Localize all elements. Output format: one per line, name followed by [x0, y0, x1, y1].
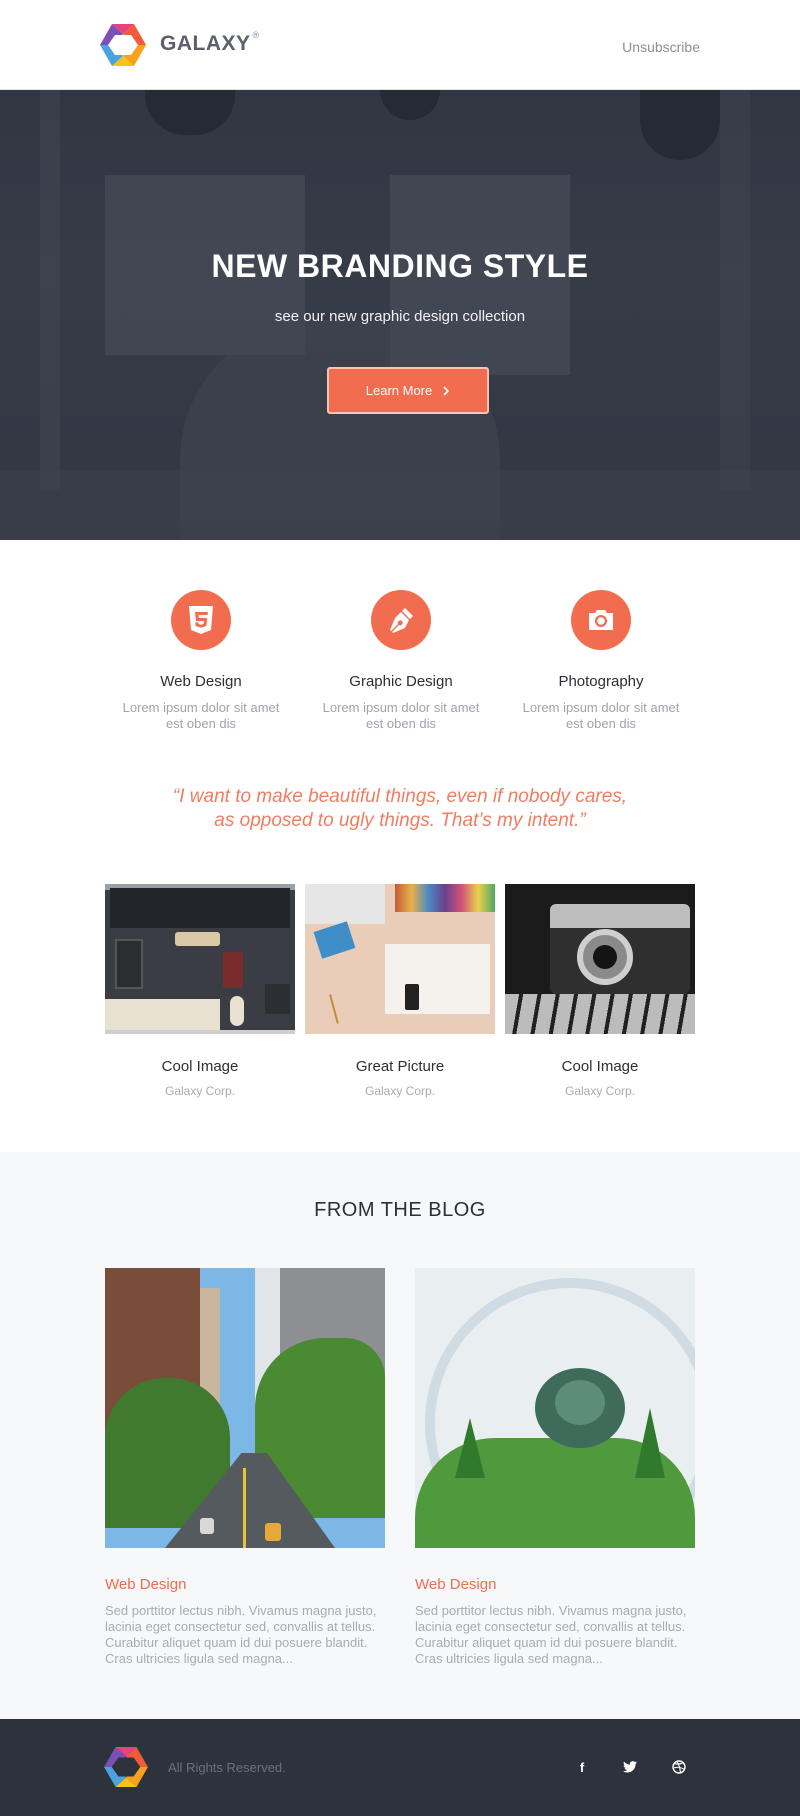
service-text: Lorem ipsum dolor sit amet est oben dis [522, 700, 680, 731]
gallery-title: Cool Image [161, 1058, 239, 1075]
camera-icon [571, 590, 631, 650]
blog-post[interactable]: Web Design Sed porttitor lectus nibh. Vi… [415, 1268, 695, 1667]
twitter-icon[interactable] [619, 1756, 641, 1778]
blog-heading: FROM THE BLOG [314, 1199, 486, 1221]
galaxy-logo-icon[interactable] [104, 1747, 148, 1787]
terrarium-image[interactable] [415, 1268, 695, 1548]
gallery-title: Great Picture [355, 1058, 445, 1075]
facebook-icon[interactable]: f [571, 1756, 593, 1778]
post-excerpt: Sed porttitor lectus nibh. Vivamus magna… [105, 1603, 377, 1666]
pen-nib-icon [371, 590, 431, 650]
email-header: GALAXY ® Unsubscribe [0, 0, 800, 90]
city-street-image[interactable] [105, 1268, 385, 1548]
post-category-link[interactable]: Web Design [415, 1576, 695, 1593]
blog-section: FROM THE BLOG Web Design Sed porttitor l… [0, 1152, 800, 1719]
design-desk-image[interactable] [305, 884, 495, 1034]
service-title: Web Design [160, 673, 242, 690]
unsubscribe-link[interactable]: Unsubscribe [622, 39, 700, 55]
hero-title: NEW BRANDING STYLE [211, 248, 589, 284]
gallery-item[interactable]: Great Picture Galaxy Corp. [305, 884, 495, 1098]
gallery-subtitle: Galaxy Corp. [564, 1084, 636, 1098]
hero-banner: NEW BRANDING STYLE see our new graphic d… [0, 90, 800, 540]
brand-name: GALAXY ® [160, 30, 260, 55]
registered-mark: ® [252, 30, 260, 40]
copyright-text: All Rights Reserved. [168, 1760, 286, 1775]
dribbble-icon[interactable] [668, 1756, 690, 1778]
post-category-link[interactable]: Web Design [105, 1576, 385, 1593]
service-graphic-design: Graphic Design Lorem ipsum dolor sit ame… [301, 590, 501, 732]
blog-post[interactable]: Web Design Sed porttitor lectus nibh. Vi… [105, 1268, 385, 1667]
quote-line: as opposed to ugly things. That’s my int… [214, 810, 586, 831]
learn-more-button[interactable]: Learn More [327, 367, 489, 414]
galaxy-logo-icon[interactable] [100, 24, 146, 66]
service-title: Photography [558, 673, 644, 690]
service-text: Lorem ipsum dolor sit amet est oben dis [122, 700, 280, 731]
post-excerpt: Sed porttitor lectus nibh. Vivamus magna… [415, 1603, 687, 1666]
html5-icon [171, 590, 231, 650]
vintage-camera-image[interactable] [505, 884, 695, 1034]
service-title: Graphic Design [349, 673, 453, 690]
gallery-subtitle: Galaxy Corp. [364, 1084, 436, 1098]
chevron-right-icon [443, 385, 450, 396]
testimonial-quote: “I want to make beautiful things, even i… [0, 785, 800, 833]
email-footer: All Rights Reserved. f [0, 1719, 800, 1816]
quote-line: “I want to make beautiful things, even i… [172, 786, 628, 807]
service-photography: Photography Lorem ipsum dolor sit amet e… [501, 590, 701, 732]
gallery-item[interactable]: Cool Image Galaxy Corp. [105, 884, 295, 1098]
services-section: Web Design Lorem ipsum dolor sit amet es… [0, 540, 800, 790]
service-text: Lorem ipsum dolor sit amet est oben dis [322, 700, 480, 731]
desk-workspace-image[interactable] [105, 884, 295, 1034]
learn-more-label: Learn More [365, 383, 433, 398]
service-web-design: Web Design Lorem ipsum dolor sit amet es… [101, 590, 301, 732]
gallery-subtitle: Galaxy Corp. [164, 1084, 236, 1098]
gallery-item[interactable]: Cool Image Galaxy Corp. [505, 884, 695, 1098]
gallery-title: Cool Image [561, 1058, 639, 1075]
hero-subtitle: see our new graphic design collection [274, 308, 526, 325]
